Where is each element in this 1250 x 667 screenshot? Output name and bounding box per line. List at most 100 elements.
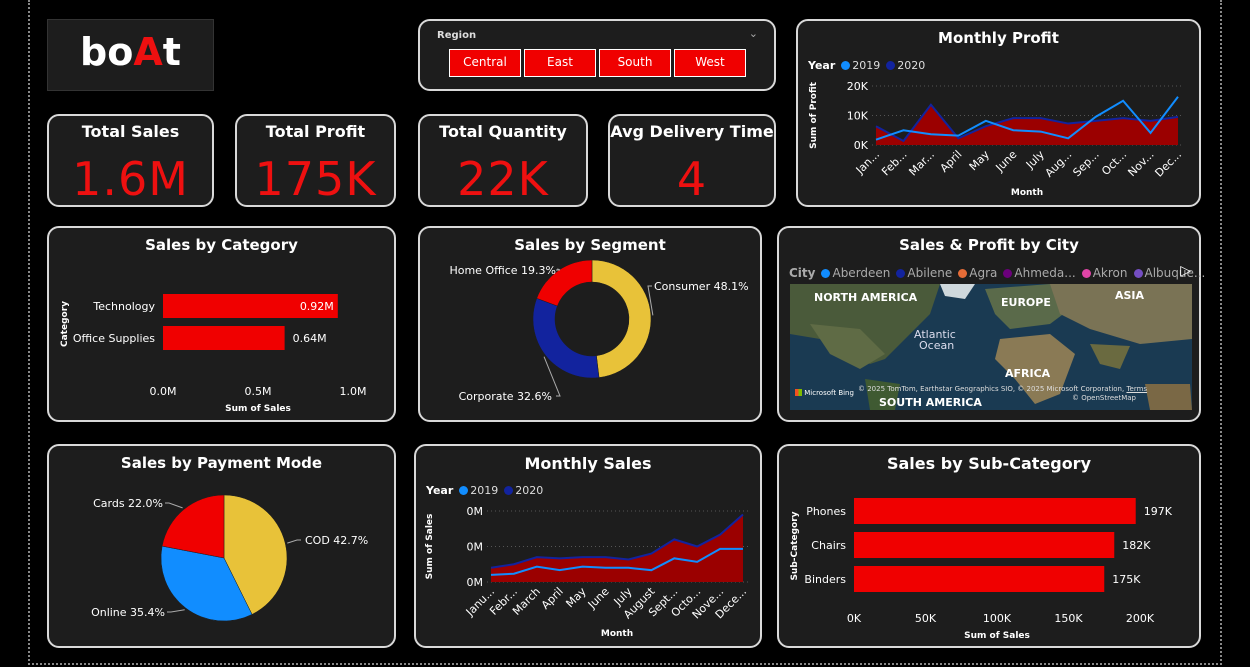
sales-by-category-card: Sales by Category Technology 0.92M Office … <box>47 226 396 422</box>
x-tick-label: 0.5M <box>245 385 272 398</box>
data-label: 0.64M <box>293 332 327 345</box>
sales-by-segment-card: Sales by Segment Consumer 48.1% Corporate… <box>418 226 762 422</box>
windows-icon <box>795 389 802 396</box>
x-tick-label: 1.0M <box>340 385 367 398</box>
sales-by-sub-category-chart: Phones 197K Chairs 182K Binders 175K 0K 50K 100K… <box>790 498 1173 641</box>
x-tick-label: June <box>993 148 1020 175</box>
sales-by-payment-mode-card: Sales by Payment Mode COD 42.7% Online 35… <box>47 444 396 648</box>
kpi-total-quantity: Total Quantity 22K <box>418 114 588 207</box>
y-axis-title: Sub-Category <box>790 511 800 580</box>
legend-label: Abilene <box>907 266 953 280</box>
region-slicer: Region ⌄ Central East South West <box>418 19 776 91</box>
region-option-central[interactable]: Central <box>449 49 521 77</box>
logo-text: boAt <box>80 30 181 74</box>
monthly-profit-card: Monthly Profit Year 2019 2020 0K 10K 20K Jan.… <box>796 19 1201 207</box>
bar <box>854 498 1136 524</box>
sales-by-payment-mode-chart: COD 42.7% Online 35.4% Cards 22.0% <box>91 494 368 622</box>
x-tick-label: Sep... <box>1070 148 1101 179</box>
sales-by-segment-chart: Consumer 48.1% Corporate 32.6% Home Office… <box>449 259 749 403</box>
kpi-value: 22K <box>457 152 549 206</box>
area-2020 <box>491 514 743 582</box>
y-tick-label: 0K <box>854 139 869 152</box>
kpi-label: Total Sales <box>81 122 180 141</box>
region-option-south[interactable]: South <box>599 49 671 77</box>
pie-slice <box>591 259 652 378</box>
leader-line <box>167 609 185 613</box>
y-tick-label: 20K <box>847 80 869 93</box>
x-tick-label: 200K <box>1126 612 1155 625</box>
category-label: Office Supplies <box>73 332 155 345</box>
x-axis-title: Sum of Sales <box>225 404 291 414</box>
leader-line <box>165 502 183 509</box>
y-tick-label: 0M <box>467 541 484 554</box>
bing-logo: Microsoft Bing <box>795 389 854 397</box>
brand-logo: boAt <box>47 19 214 91</box>
bar <box>163 326 285 350</box>
legend-swatch <box>896 269 906 278</box>
data-label: Cards 22.0% <box>93 497 163 510</box>
category-label: Chairs <box>811 539 846 552</box>
legend-swatch <box>958 269 968 278</box>
x-tick-label: Mar... <box>906 148 937 179</box>
x-tick-label: 50K <box>915 612 937 625</box>
data-label: 0.92M <box>300 300 334 313</box>
sales-by-sub-category-card: Sales by Sub-Category Phones 197K Chairs 18… <box>777 444 1201 648</box>
monthly-sales-chart: 0M0M0MJanu...Febr...MarchAprilMayJune Jul… <box>425 505 749 639</box>
kpi-avg-delivery-time: Avg Delivery Time 4 <box>608 114 776 207</box>
city-map[interactable]: NORTH AMERICA EUROPE ASIA Atlantic Ocean… <box>790 284 1192 410</box>
x-axis-title: Sum of Sales <box>964 631 1030 641</box>
chevron-down-icon[interactable]: ⌄ <box>749 27 758 40</box>
leader-line <box>556 268 561 271</box>
region-title: Region <box>437 30 477 41</box>
kpi-value: 4 <box>676 152 708 206</box>
x-tick-label: Oct... <box>1099 148 1129 178</box>
x-tick-label: Feb... <box>879 148 909 178</box>
legend-label: Akron <box>1092 266 1128 280</box>
data-label: Online 35.4% <box>91 606 165 619</box>
legend-swatch <box>1133 269 1143 278</box>
x-tick-label: 150K <box>1054 612 1083 625</box>
osm-attribution[interactable]: © OpenStreetMap <box>1072 394 1136 402</box>
data-label: COD 42.7% <box>305 534 368 547</box>
x-tick-label: April <box>938 148 965 175</box>
terms-link[interactable]: Terms <box>1126 385 1147 393</box>
kpi-label: Total Quantity <box>439 122 567 141</box>
kpi-total-sales: Total Sales 1.6M <box>47 114 214 207</box>
x-tick-label: 0.0M <box>150 385 177 398</box>
category-label: Binders <box>804 573 846 586</box>
sales-by-category-chart: Technology 0.92M Office Supplies 0.64M 0.0M 0… <box>60 294 367 414</box>
category-label: Phones <box>806 505 846 518</box>
legend-label: Aberdeen <box>832 266 891 280</box>
data-label: Home Office 19.3% <box>449 264 556 277</box>
kpi-value: 1.6M <box>72 152 189 206</box>
play-arrow-icon[interactable]: ▷ <box>1180 263 1191 279</box>
x-tick-label: April <box>539 585 566 612</box>
map-label-europe: EUROPE <box>1001 296 1051 309</box>
data-label: Consumer 48.1% <box>654 280 749 293</box>
region-option-east[interactable]: East <box>524 49 596 77</box>
map-label-asia: ASIA <box>1115 289 1145 302</box>
map-label-south-america: SOUTH AMERICA <box>879 396 982 409</box>
kpi-label: Total Profit <box>265 122 366 141</box>
y-tick-label: 0M <box>467 505 484 518</box>
x-tick-label: Dec... <box>1152 148 1184 180</box>
map-label-north-america: NORTH AMERICA <box>814 291 918 304</box>
x-tick-label: 100K <box>983 612 1012 625</box>
sales-profit-by-city-card: Sales & Profit by City City Aberdeen Abile… <box>777 226 1205 422</box>
kpi-value: 175K <box>254 152 377 206</box>
pie-slice <box>532 297 600 379</box>
category-label: Technology <box>92 300 155 313</box>
x-tick-label: June <box>585 585 612 612</box>
legend-swatch <box>1003 269 1013 278</box>
chart-title: Sales & Profit by City <box>899 236 1079 254</box>
map-label-ocean: Ocean <box>919 339 955 352</box>
region-option-west[interactable]: West <box>674 49 746 77</box>
data-label: Corporate 32.6% <box>459 390 552 403</box>
legend-label: Ahmeda... <box>1014 266 1076 280</box>
x-tick-label: May <box>563 585 589 611</box>
x-tick-label: Jan... <box>853 148 882 177</box>
data-label: 197K <box>1144 505 1173 518</box>
x-tick-label: Nov... <box>1125 148 1156 179</box>
kpi-label: Avg Delivery Time <box>610 122 774 141</box>
data-label: 182K <box>1122 539 1151 552</box>
